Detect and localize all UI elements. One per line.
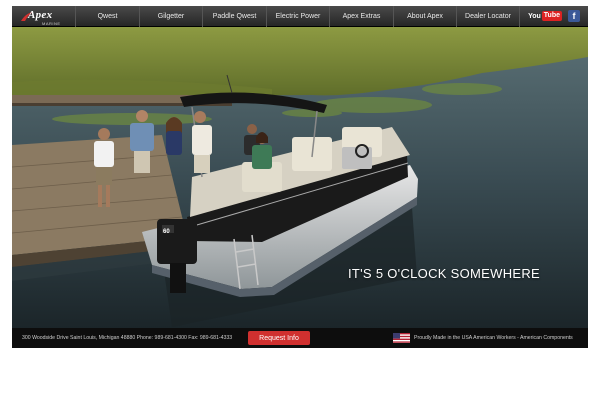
logo-text: Apex xyxy=(28,9,53,21)
hero-banner[interactable]: 60 IT'S 5 O'CLOCK SOMEWHERE xyxy=(12,27,588,328)
nav-qwest[interactable]: Qwest xyxy=(75,6,139,27)
youtube-icon[interactable]: You Tube xyxy=(528,11,562,22)
footer-address: 300 Woodside Drive Saint Louis, Michigan… xyxy=(22,335,233,341)
nav-paddle-qwest[interactable]: Paddle Qwest xyxy=(202,6,266,27)
us-flag-icon xyxy=(393,333,410,343)
youtube-tube-text: Tube xyxy=(541,11,562,21)
nav-gilgetter[interactable]: Gilgetter xyxy=(139,6,202,27)
apex-logo[interactable]: Apex MARINE xyxy=(20,8,70,26)
hero-tagline: IT'S 5 O'CLOCK SOMEWHERE xyxy=(348,266,541,281)
logo-subtext: MARINE xyxy=(42,21,61,26)
nav-dealer-locator[interactable]: Dealer Locator xyxy=(456,6,520,27)
page-container: Apex MARINE Qwest Gilgetter Paddle Qwest El… xyxy=(12,6,588,348)
facebook-icon[interactable]: f xyxy=(568,10,580,22)
nav-apex-extras[interactable]: Apex Extras xyxy=(329,6,393,27)
nav-about-apex[interactable]: About Apex xyxy=(393,6,456,27)
nav-electric-power[interactable]: Electric Power xyxy=(266,6,329,27)
request-info-button[interactable]: Request Info xyxy=(248,331,310,345)
made-in-usa-text: Proudly Made in the USA American Workers… xyxy=(414,335,573,341)
facebook-glyph: f xyxy=(572,11,576,21)
social-links: You Tube f xyxy=(528,10,580,22)
main-menu: Qwest Gilgetter Paddle Qwest Electric Power… xyxy=(75,6,520,27)
motor-badge: 60 xyxy=(163,229,170,235)
youtube-you-text: You xyxy=(528,12,541,20)
footer-bar: 300 Woodside Drive Saint Louis, Michigan… xyxy=(12,328,588,348)
hero-photo: 60 xyxy=(12,27,588,328)
top-nav: Apex MARINE Qwest Gilgetter Paddle Qwest El… xyxy=(12,6,588,27)
